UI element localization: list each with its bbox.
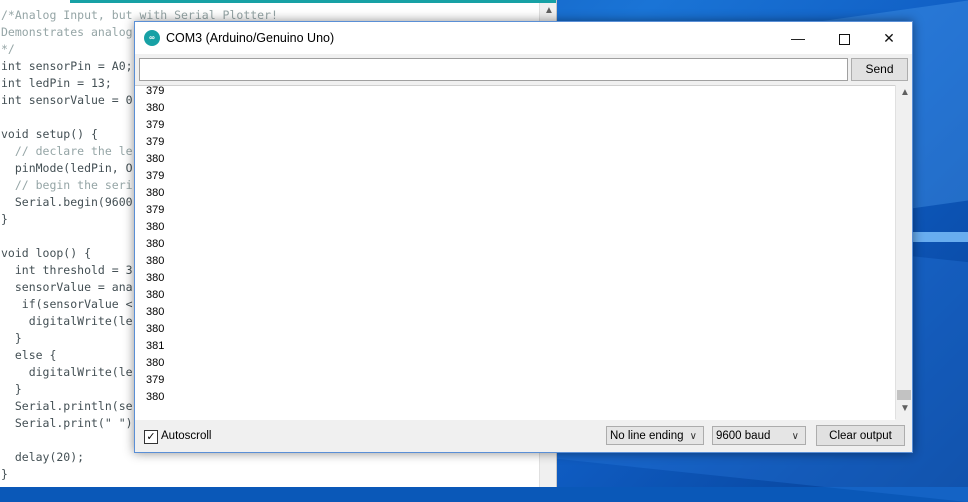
output-line: 380 <box>146 153 165 165</box>
autoscroll-label: Autoscroll <box>161 430 212 442</box>
output-line: 380 <box>146 289 165 301</box>
scrollbar-thumb[interactable] <box>897 390 911 400</box>
scroll-up-icon[interactable]: ▲ <box>544 5 554 16</box>
minimize-button[interactable]: — <box>775 22 821 54</box>
output-line: 380 <box>146 102 165 114</box>
serial-input[interactable] <box>139 58 848 81</box>
send-button[interactable]: Send <box>851 58 908 81</box>
output-line: 380 <box>146 238 165 250</box>
maximize-button[interactable] <box>821 22 867 54</box>
output-line: 380 <box>146 306 165 318</box>
output-line: 380 <box>146 272 165 284</box>
baud-rate-value: 9600 baud <box>716 430 771 442</box>
title-bar[interactable]: ∞ COM3 (Arduino/Genuino Uno) — ✕ <box>135 22 912 54</box>
window-title: COM3 (Arduino/Genuino Uno) <box>166 31 335 45</box>
scroll-down-icon[interactable]: ▼ <box>900 403 910 414</box>
arduino-logo-icon: ∞ <box>144 30 160 46</box>
serial-monitor-window: ∞ COM3 (Arduino/Genuino Uno) — ✕ Send 37… <box>134 21 913 453</box>
line-ending-value: No line ending <box>610 430 684 442</box>
code-line: } <box>1 467 8 481</box>
serial-output-area[interactable]: 379 380 379 379 380 379 380 379 380 380 380 380 380 3… <box>135 85 895 420</box>
bottom-toolbar: ✓ Autoscroll No line ending ∨ 9600 baud … <box>135 421 912 452</box>
autoscroll-checkbox[interactable]: ✓ <box>144 430 158 444</box>
maximize-icon <box>838 33 850 45</box>
output-line: 380 <box>146 391 165 403</box>
output-line: 380 <box>146 187 165 199</box>
chevron-down-icon: ∨ <box>689 431 697 442</box>
output-line: 379 <box>146 374 165 386</box>
line-ending-select[interactable]: No line ending ∨ <box>606 426 704 445</box>
output-line: 380 <box>146 255 165 267</box>
output-line: 379 <box>146 119 165 131</box>
output-line: 380 <box>146 221 165 233</box>
output-line: 380 <box>146 323 165 335</box>
desktop-window-pane <box>910 232 968 242</box>
output-lines: 379 380 379 379 380 379 380 379 380 380 380 380 380 3… <box>146 85 165 406</box>
output-line: 379 <box>146 136 165 148</box>
chevron-down-icon: ∨ <box>791 431 799 442</box>
scroll-up-icon[interactable]: ▲ <box>900 87 910 98</box>
editor-tab-accent <box>70 0 556 3</box>
output-scrollbar[interactable]: ▲ ▼ <box>895 85 912 419</box>
output-line: 379 <box>146 85 165 97</box>
baud-rate-select[interactable]: 9600 baud ∨ <box>712 426 806 445</box>
output-line: 381 <box>146 340 165 352</box>
clear-output-button[interactable]: Clear output <box>816 425 905 446</box>
output-line: 380 <box>146 357 165 369</box>
output-line: 379 <box>146 204 165 216</box>
close-button[interactable]: ✕ <box>866 22 912 54</box>
output-line: 379 <box>146 170 165 182</box>
